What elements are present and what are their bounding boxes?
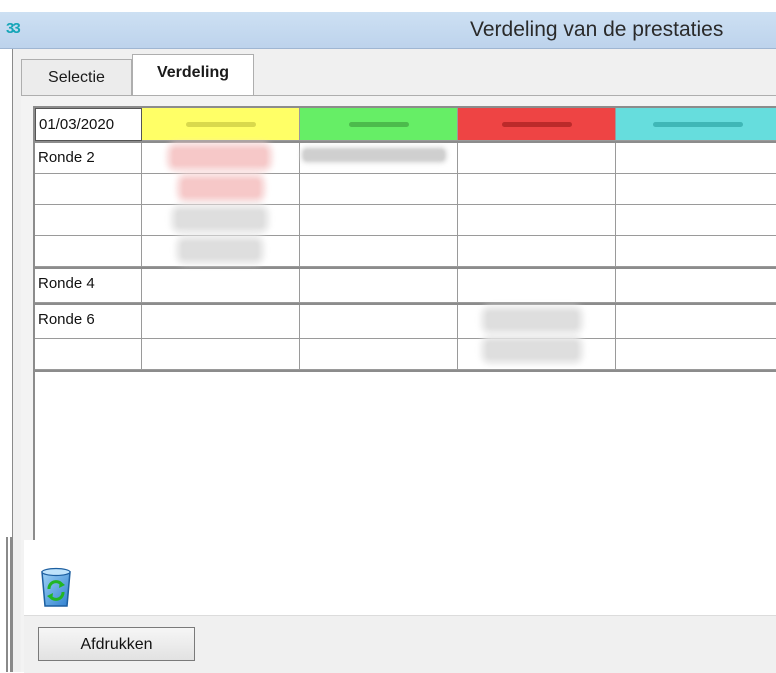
tab-verdeling[interactable]: Verdeling [132, 54, 254, 96]
grid-row: Ronde 6 [35, 305, 776, 339]
print-button[interactable]: Afdrukken [38, 627, 195, 661]
round-label-empty [35, 339, 142, 370]
redacted-entry[interactable] [172, 148, 267, 166]
grid-cell[interactable] [300, 205, 458, 236]
grid-cell[interactable] [458, 236, 616, 267]
grid-cell[interactable] [300, 174, 458, 205]
grid-cell[interactable] [616, 143, 776, 174]
redacted-entry[interactable] [182, 179, 260, 197]
redacted-entry[interactable] [486, 311, 578, 329]
column-header[interactable] [300, 108, 458, 141]
redacted-entry[interactable] [181, 241, 259, 259]
grid-row [35, 339, 776, 370]
grid-cell[interactable] [300, 269, 458, 303]
round-label-empty [35, 236, 142, 267]
grid-cell[interactable] [616, 205, 776, 236]
grid-cell[interactable] [616, 305, 776, 339]
grid-cell[interactable] [616, 236, 776, 267]
round-label-empty [35, 174, 142, 205]
date-cell[interactable]: 01/03/2020 [35, 108, 142, 141]
round-label: Ronde 4 [35, 269, 142, 303]
window-title: Verdeling van de prestaties [470, 18, 724, 41]
grid-row: Ronde 4 [35, 269, 776, 303]
grid-row [35, 205, 776, 236]
grid-cell[interactable] [458, 143, 616, 174]
grid-cell[interactable] [458, 174, 616, 205]
bottom-area: Afdrukken [24, 540, 776, 673]
grid-cell[interactable] [142, 305, 300, 339]
column-header[interactable] [458, 108, 616, 141]
tab-strip: Selectie Verdeling [13, 49, 776, 97]
grid-cell[interactable] [300, 236, 458, 267]
redacted-entry[interactable] [486, 341, 578, 359]
grid-cell[interactable] [142, 339, 300, 370]
grid-row [35, 236, 776, 267]
round-label: Ronde 6 [35, 305, 142, 339]
grid-cell[interactable] [616, 339, 776, 370]
grid-cell[interactable] [300, 305, 458, 339]
grid-cell[interactable] [142, 269, 300, 303]
app-icon: 33 [6, 20, 21, 37]
grid-cell[interactable] [616, 174, 776, 205]
grid-cell[interactable] [616, 269, 776, 303]
grid-header-row: 01/03/2020 [35, 108, 776, 141]
tab-selectie[interactable]: Selectie [21, 59, 132, 95]
distribution-grid: 01/03/2020 Ronde 2 Ronde 4 Ronde 6 [33, 106, 776, 590]
grid-cell[interactable] [458, 205, 616, 236]
grid-row [35, 174, 776, 205]
window-left-border [0, 537, 12, 672]
grid-cell[interactable] [458, 269, 616, 303]
column-header[interactable] [142, 108, 300, 141]
round-label: Ronde 2 [35, 143, 142, 174]
button-bar: Afdrukken [24, 615, 776, 673]
title-bar: 33 Verdeling van de prestaties [0, 12, 776, 49]
redacted-entry[interactable] [176, 210, 264, 228]
column-header[interactable] [616, 108, 776, 141]
redacted-entry[interactable] [303, 149, 445, 161]
grid-cell[interactable] [300, 339, 458, 370]
round-label-empty [35, 205, 142, 236]
refresh-icon[interactable] [38, 562, 74, 610]
